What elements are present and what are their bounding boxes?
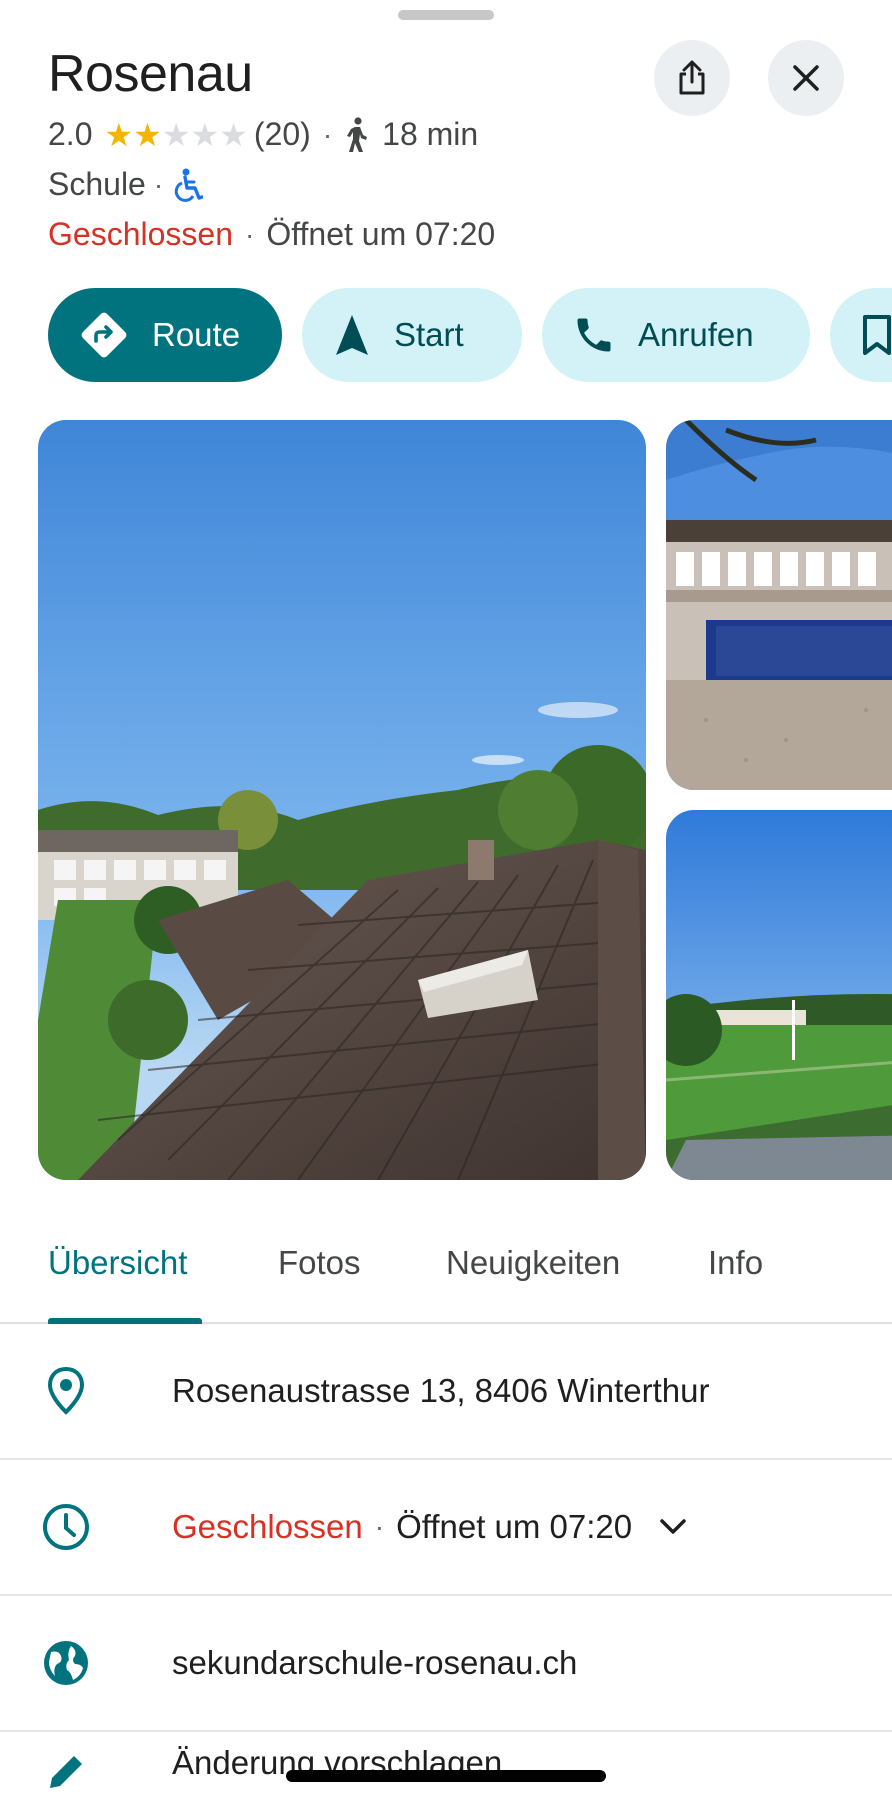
rating-value: 2.0 xyxy=(48,116,93,152)
star-icon: ★ xyxy=(133,116,162,153)
photo-main[interactable] xyxy=(38,420,646,1180)
hours-opens: Öffnet um 07:20 xyxy=(396,1508,633,1545)
rating-row: 2.0 ★ ★ ★ ★ ★ (20) · 18 min xyxy=(48,116,479,153)
directions-icon xyxy=(81,312,127,358)
location-pin-icon xyxy=(40,1365,92,1417)
tab-bar: Übersicht Fotos Neuigkeiten Info xyxy=(0,1232,892,1324)
walking-person-icon xyxy=(347,116,368,152)
website-link: sekundarschule-rosenau.ch xyxy=(172,1644,578,1681)
route-label: Route xyxy=(152,316,241,353)
photo-building[interactable] xyxy=(666,420,892,790)
call-label: Anrufen xyxy=(638,316,754,353)
star-icon: ★ xyxy=(104,116,134,153)
building-photo xyxy=(666,420,892,790)
category-label: Schule xyxy=(48,166,146,202)
category-row: Schule · xyxy=(48,166,204,203)
clock-icon xyxy=(40,1501,92,1553)
review-count[interactable]: (20) xyxy=(254,116,311,153)
tab-neuigkeiten[interactable]: Neuigkeiten xyxy=(446,1244,620,1282)
place-sheet: Rosenau 2.0 ★ ★ ★ ★ ★ (20) · 18 min Schu… xyxy=(0,0,892,1800)
website-row[interactable]: sekundarschule-rosenau.ch xyxy=(0,1596,892,1732)
walk-time: 18 min xyxy=(382,116,479,152)
star-icon: ★ xyxy=(219,116,248,153)
place-title: Rosenau xyxy=(48,45,253,103)
address-row[interactable]: Rosenaustrasse 13, 8406 Winterthur xyxy=(0,1324,892,1460)
save-button[interactable] xyxy=(830,288,892,382)
tab-info[interactable]: Info xyxy=(708,1244,763,1282)
route-button[interactable]: Route xyxy=(48,288,282,382)
pencil-icon xyxy=(40,1746,92,1798)
start-button[interactable]: Start xyxy=(302,288,522,382)
wheelchair-icon xyxy=(175,168,204,202)
home-indicator[interactable] xyxy=(286,1770,606,1782)
share-button[interactable] xyxy=(654,40,730,116)
globe-icon xyxy=(40,1637,92,1689)
sheet-grabber[interactable] xyxy=(398,10,494,20)
hours-row[interactable]: Geschlossen · Öffnet um 07:20 xyxy=(0,1460,892,1596)
navigation-arrow-icon xyxy=(336,315,368,355)
star-icon: ★ xyxy=(161,116,191,153)
photo-field[interactable] xyxy=(666,810,892,1180)
bookmark-icon xyxy=(863,315,891,355)
field-photo xyxy=(666,810,892,1180)
address-text: Rosenaustrasse 13, 8406 Winterthur xyxy=(172,1372,710,1409)
status-closed: Geschlossen xyxy=(48,216,233,252)
action-buttons: Route Start Anrufen xyxy=(48,288,892,382)
close-icon xyxy=(793,65,819,91)
chevron-down-icon[interactable] xyxy=(658,1517,688,1537)
share-icon xyxy=(679,60,705,95)
opens-at: Öffnet um 07:20 xyxy=(266,216,496,252)
start-label: Start xyxy=(394,316,464,353)
suggest-edit-row[interactable]: Änderung vorschlagen xyxy=(0,1732,892,1800)
phone-icon xyxy=(577,318,611,352)
rating-stars: ★ ★ ★ ★ ★ xyxy=(104,119,247,151)
tab-fotos[interactable]: Fotos xyxy=(278,1244,361,1282)
rooftop-photo xyxy=(38,420,646,1180)
hours-status: Geschlossen xyxy=(172,1508,363,1545)
hours-summary-row: Geschlossen · Öffnet um 07:20 xyxy=(48,216,496,252)
hours-text: Geschlossen · Öffnet um 07:20 xyxy=(172,1508,688,1546)
call-button[interactable]: Anrufen xyxy=(542,288,810,382)
close-button[interactable] xyxy=(768,40,844,116)
tab-uebersicht[interactable]: Übersicht xyxy=(48,1244,187,1282)
star-icon: ★ xyxy=(190,116,220,153)
